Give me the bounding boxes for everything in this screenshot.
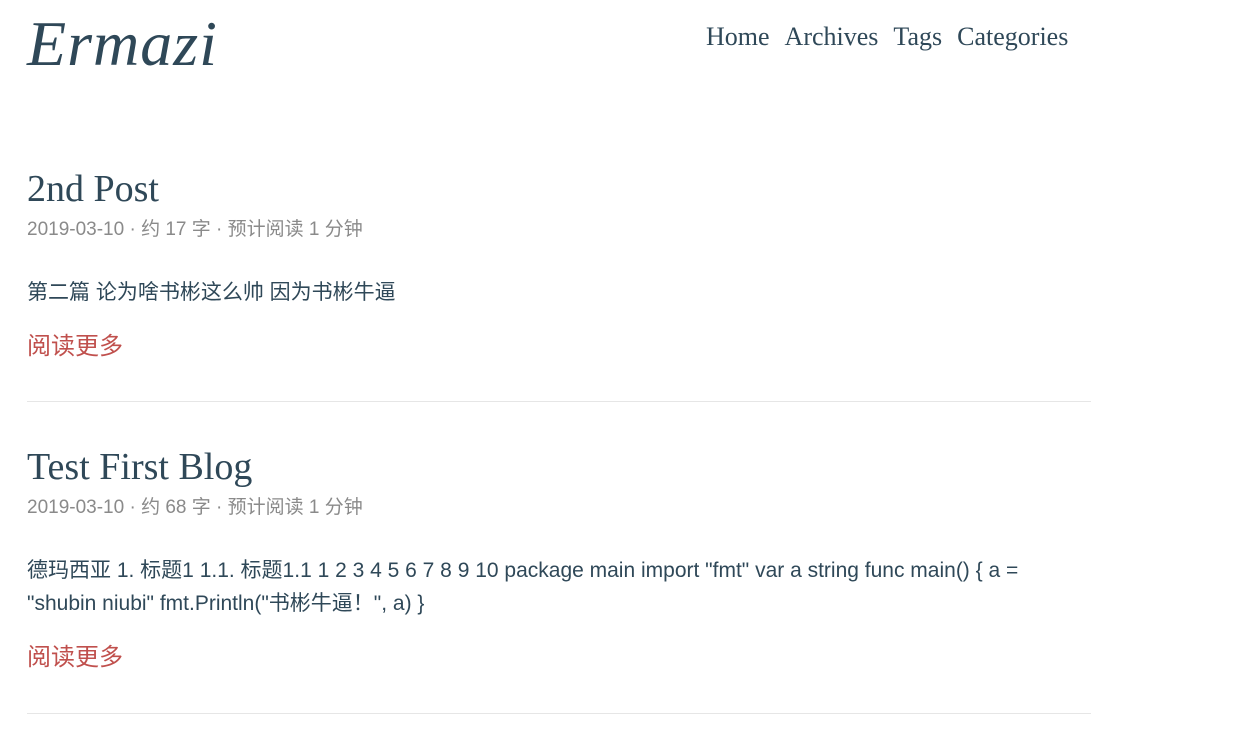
nav-archives[interactable]: Archives [785,20,879,54]
post-excerpt: 德玛西亚 1. 标题1 1.1. 标题1.1 1 2 3 4 5 6 7 8 9… [27,559,1019,615]
read-more-link[interactable]: 阅读更多 [27,332,123,362]
post-divider [27,401,1091,402]
post-meta: 2019-03-10 · 约 17 字 · 预计阅读 1 分钟 [27,219,363,240]
site-logo[interactable]: Ermazi [27,4,218,84]
main-nav: Home Archives Tags Categories [706,20,1068,54]
read-more-link[interactable]: 阅读更多 [27,643,123,673]
post-meta: 2019-03-10 · 约 68 字 · 预计阅读 1 分钟 [27,497,363,518]
post-title[interactable]: 2nd Post [27,167,159,211]
nav-tags[interactable]: Tags [893,20,942,54]
nav-home[interactable]: Home [706,20,770,54]
nav-categories[interactable]: Categories [957,20,1068,54]
post-divider [27,713,1091,714]
post-title[interactable]: Test First Blog [27,445,252,489]
post-excerpt: 第二篇 论为啥书彬这么帅 因为书彬牛逼 [27,281,396,304]
